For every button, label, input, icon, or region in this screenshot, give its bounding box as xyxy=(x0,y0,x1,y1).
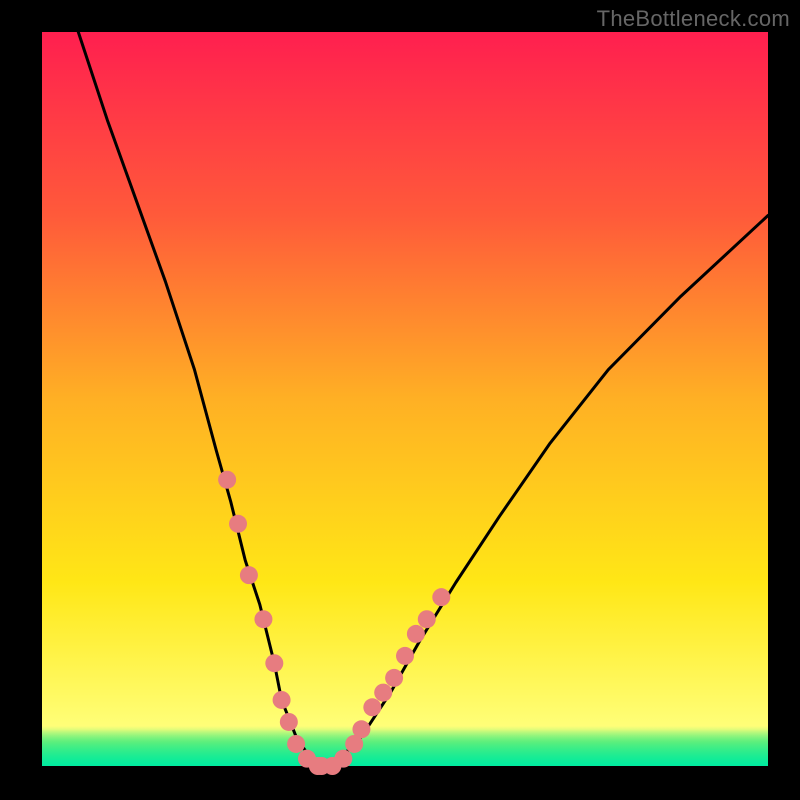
data-marker xyxy=(240,566,258,584)
right-branch-dots xyxy=(345,588,450,753)
chart-frame: TheBottleneck.com xyxy=(0,0,800,800)
data-marker xyxy=(363,698,381,716)
data-marker xyxy=(287,735,305,753)
data-marker xyxy=(396,647,414,665)
data-marker xyxy=(432,588,450,606)
data-marker xyxy=(254,610,272,628)
curve-layer xyxy=(42,32,768,766)
left-branch-dots xyxy=(218,471,305,753)
data-marker xyxy=(374,684,392,702)
plot-area xyxy=(42,32,768,766)
data-marker xyxy=(265,654,283,672)
data-marker xyxy=(334,750,352,768)
watermark-text: TheBottleneck.com xyxy=(597,6,790,32)
data-marker xyxy=(280,713,298,731)
data-marker xyxy=(352,720,370,738)
data-marker xyxy=(229,515,247,533)
bottleneck-curve-path xyxy=(78,32,768,766)
data-marker xyxy=(273,691,291,709)
trough-dots xyxy=(298,750,352,775)
data-marker xyxy=(385,669,403,687)
data-marker xyxy=(407,625,425,643)
data-marker xyxy=(218,471,236,489)
data-marker xyxy=(418,610,436,628)
